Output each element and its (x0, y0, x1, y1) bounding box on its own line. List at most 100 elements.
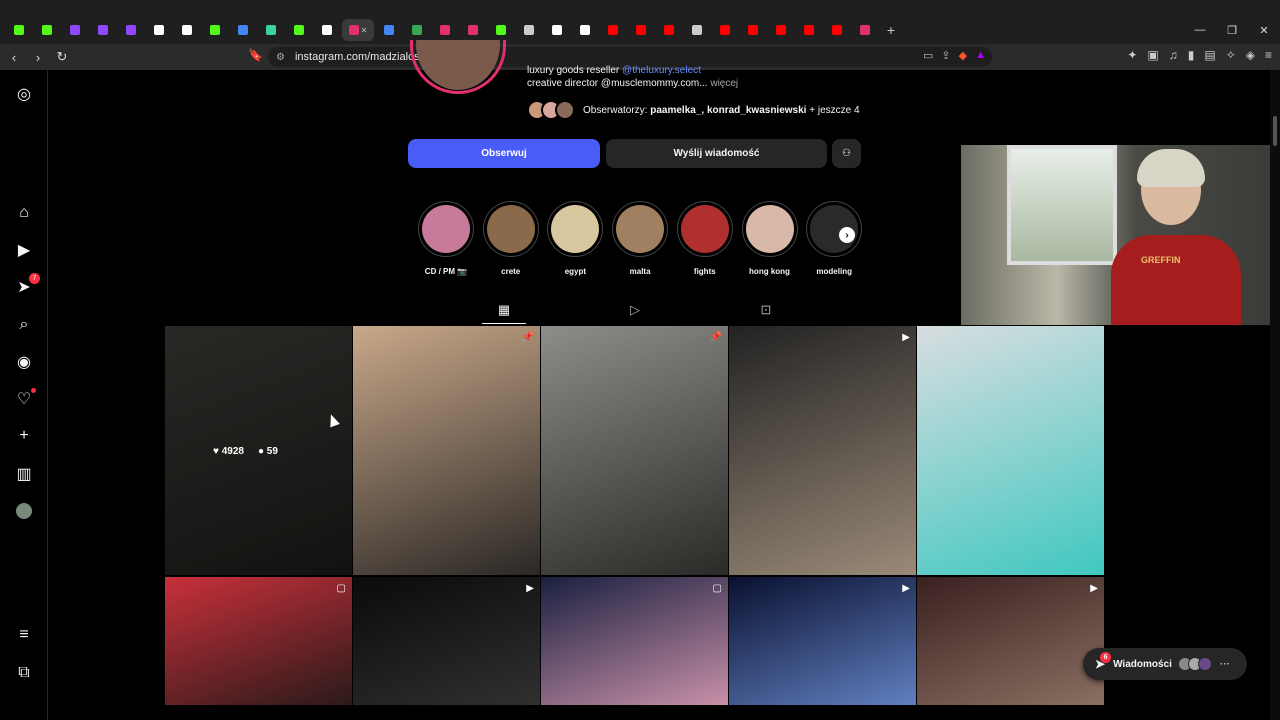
browser-tab[interactable] (90, 19, 116, 41)
minimize-icon[interactable]: — (1184, 16, 1216, 44)
browser-tab[interactable] (432, 19, 458, 41)
page-scrollbar[interactable] (1270, 70, 1280, 720)
bookmark-icon[interactable]: 🔖 (248, 48, 263, 62)
highlight-item[interactable]: crete (482, 201, 539, 276)
suggested-users-button[interactable]: ⚇ (832, 139, 861, 168)
browser-tab[interactable]: ✕ (342, 19, 374, 41)
browser-tab[interactable] (146, 19, 172, 41)
wallet-icon[interactable]: ▤ (1204, 48, 1215, 62)
create-icon[interactable]: + (14, 426, 34, 446)
post-thumbnail[interactable] (917, 326, 1104, 575)
browser-tab[interactable] (516, 19, 542, 41)
browser-tab[interactable] (314, 19, 340, 41)
search-icon[interactable]: ⌕ (14, 315, 34, 335)
post-thumbnail[interactable]: ▢ (541, 577, 728, 705)
vpn-icon[interactable]: ◈ (1246, 48, 1255, 62)
post-thumbnail[interactable]: 📌 (353, 326, 540, 575)
cast-icon[interactable]: ▭ (923, 49, 933, 62)
browser-tab[interactable] (6, 19, 32, 41)
reels-icon[interactable]: ▶ (14, 240, 34, 260)
dashboard-icon[interactable]: ▥ (14, 464, 34, 484)
menu-icon[interactable]: ≡ (1265, 48, 1272, 62)
site-settings-icon[interactable]: ⚙ (276, 52, 285, 63)
youtube-icon (720, 25, 730, 35)
post-thumbnail[interactable]: ▶ (353, 577, 540, 705)
explore-icon[interactable]: ◉ (14, 352, 34, 372)
browser-tab[interactable] (118, 19, 144, 41)
browser-tab[interactable] (404, 19, 430, 41)
brave-rewards-icon[interactable]: ▲ (975, 49, 986, 62)
post-thumbnail[interactable]: ▶ (729, 577, 916, 705)
reload-icon[interactable]: ↻ (52, 47, 72, 67)
new-tab-icon[interactable]: + (880, 19, 902, 41)
highlight-item[interactable]: hong kong (741, 201, 798, 276)
tab-icon (266, 25, 276, 35)
browser-tab[interactable] (34, 19, 60, 41)
message-button[interactable]: Wyślij wiadomość (606, 139, 827, 168)
sidebar-toggle-icon[interactable]: ▮ (1188, 48, 1195, 62)
browser-tab[interactable] (230, 19, 256, 41)
highlight-label: egypt (564, 267, 587, 276)
screenshot-icon[interactable]: ▣ (1147, 48, 1158, 62)
music-icon[interactable]: ♫ (1169, 48, 1178, 62)
followers-names[interactable]: paamelka_, konrad_kwasniewski (650, 105, 806, 116)
posts-grid-icon[interactable]: ▦ (496, 302, 512, 318)
extensions-icon[interactable]: ✦ (1127, 48, 1137, 62)
chatgpt-icon (524, 25, 534, 35)
browser-tab[interactable] (286, 19, 312, 41)
browser-tab[interactable] (460, 19, 486, 41)
close-icon[interactable]: ✕ (1248, 16, 1280, 44)
browser-tab[interactable] (712, 19, 738, 41)
heart-icon[interactable]: ♡ (14, 388, 36, 409)
threads-apps-icon[interactable]: ⧉ (14, 663, 34, 683)
more-menu-icon[interactable]: ≡ (14, 625, 34, 645)
browser-tab[interactable] (62, 19, 88, 41)
highlight-item[interactable]: CD / PM 📷 (418, 201, 474, 276)
messages-pill[interactable]: ➤ 6 Wiadomości ··· (1083, 648, 1247, 680)
forward-icon[interactable]: › (28, 47, 48, 67)
browser-tab[interactable] (684, 19, 710, 41)
leo-ai-icon[interactable]: ✧ (1226, 48, 1236, 62)
reels-tab-icon[interactable]: ▷ (627, 302, 643, 318)
highlight-item[interactable]: malta (612, 201, 669, 276)
browser-tab[interactable] (656, 19, 682, 41)
chevron-right-icon[interactable]: › (839, 227, 855, 243)
more-link[interactable]: więcej (708, 78, 738, 89)
browser-tab[interactable] (174, 19, 200, 41)
profile-avatar[interactable] (14, 501, 34, 521)
tagged-tab-icon[interactable]: ⊡ (758, 302, 774, 318)
browser-tab[interactable] (544, 19, 570, 41)
home-icon[interactable]: ⌂ (14, 203, 34, 223)
instagram-logo-icon[interactable]: ◎ (14, 84, 34, 104)
browser-tab[interactable] (740, 19, 766, 41)
browser-tab[interactable] (796, 19, 822, 41)
post-thumbnail[interactable]: ▶ (917, 577, 1104, 705)
followed-by[interactable]: Obserwatorzy: paamelka_, konrad_kwasniew… (527, 100, 860, 120)
browser-tab[interactable] (488, 19, 514, 41)
close-tab-icon[interactable]: ✕ (361, 26, 368, 35)
browser-tab[interactable] (600, 19, 626, 41)
post-thumbnail[interactable]: 📌 (541, 326, 728, 575)
post-thumbnail[interactable]: ▶ (729, 326, 916, 575)
browser-tab[interactable] (824, 19, 850, 41)
maximize-icon[interactable]: ❐ (1216, 16, 1248, 44)
browser-tab[interactable] (628, 19, 654, 41)
post-thumbnail[interactable]: ▢ (165, 577, 352, 705)
brave-shield-icon[interactable]: ◆ (959, 49, 967, 62)
browser-tab[interactable] (376, 19, 402, 41)
messenger-icon[interactable]: ➤ 7 (14, 273, 40, 297)
followers-more[interactable]: + jeszcze 4 (806, 105, 859, 116)
highlight-item[interactable]: egypt (547, 201, 604, 276)
follow-button[interactable]: Obserwuj (408, 139, 600, 168)
share-icon[interactable]: ⇪ (941, 49, 950, 62)
browser-tab[interactable] (202, 19, 228, 41)
bio-link[interactable]: @theluxury.select (622, 65, 701, 76)
browser-tab[interactable] (572, 19, 598, 41)
highlight-item[interactable]: fights (676, 201, 733, 276)
back-icon[interactable]: ‹ (4, 47, 24, 67)
browser-tab[interactable] (852, 19, 878, 41)
browser-tab[interactable] (768, 19, 794, 41)
browser-tab[interactable] (258, 19, 284, 41)
post-thumbnail[interactable]: ♥ 4928 ● 59 (165, 326, 352, 575)
profile-avatar-large[interactable] (410, 40, 506, 94)
